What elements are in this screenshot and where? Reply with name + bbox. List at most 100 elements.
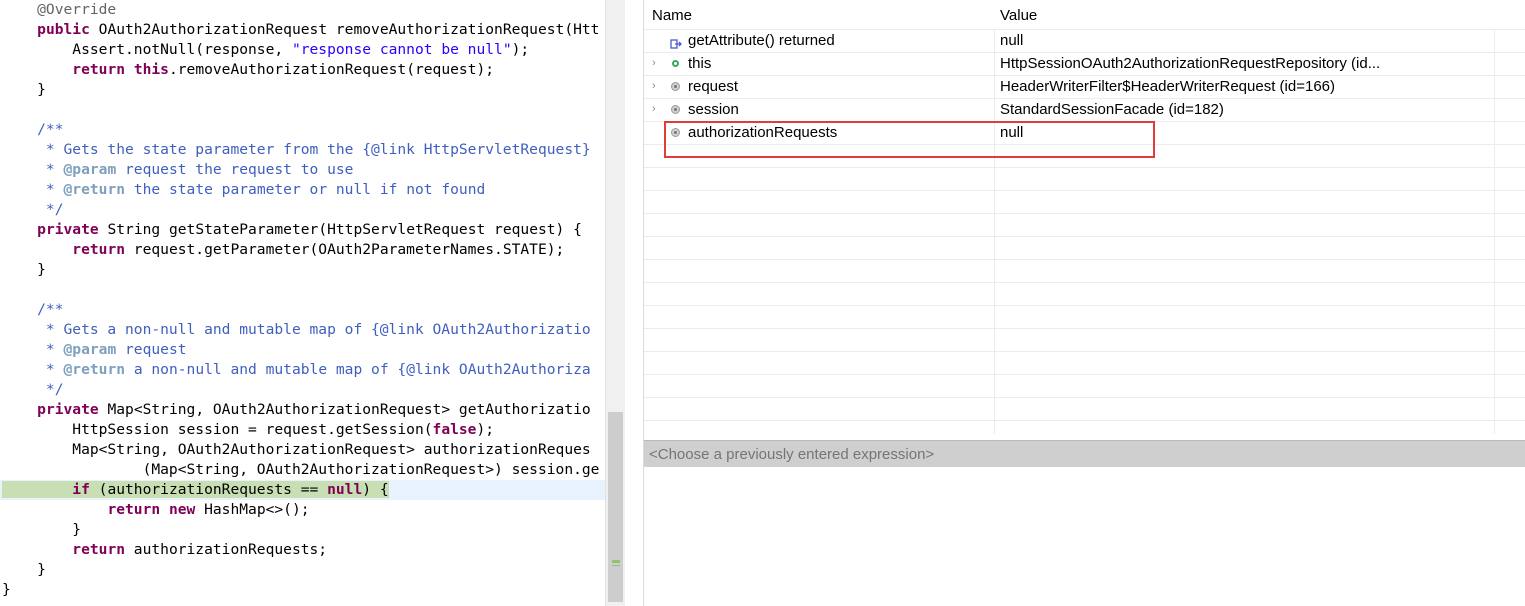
code-line[interactable]: return this.removeAuthorizationRequest(r… <box>0 60 605 80</box>
code-token: request the request to use <box>116 161 354 178</box>
expand-chevron-icon[interactable]: › <box>652 75 662 98</box>
value-column-header[interactable]: Value <box>1000 5 1037 27</box>
grid-line <box>644 328 1525 329</box>
grid-line <box>644 420 1525 421</box>
code-line[interactable]: } <box>0 80 605 100</box>
code-token: @param <box>63 161 117 178</box>
variable-name: session <box>688 101 739 118</box>
code-line[interactable]: public OAuth2AuthorizationRequest remove… <box>0 20 605 40</box>
code-line[interactable]: } <box>0 560 605 580</box>
code-token: } <box>2 261 46 278</box>
code-token: Map<String, OAuth2AuthorizationRequest> … <box>98 401 591 418</box>
code-line[interactable]: } <box>0 520 605 540</box>
code-token: * <box>2 341 64 358</box>
code-token: new <box>168 501 196 518</box>
variable-name: getAttribute() returned <box>688 32 835 49</box>
code-line[interactable]: (Map<String, OAuth2AuthorizationRequest>… <box>0 460 605 480</box>
code-line[interactable]: Map<String, OAuth2AuthorizationRequest> … <box>0 440 605 460</box>
variables-view: Name Value getAttribute() returned null › t… <box>643 0 1525 606</box>
code-token: @return <box>63 181 126 198</box>
code-token: */ <box>2 201 64 218</box>
code-token: return <box>107 501 161 518</box>
grid-line <box>644 397 1525 398</box>
scrollbar-annotation-marker <box>612 560 620 563</box>
code-line[interactable]: */ <box>0 200 605 220</box>
code-line[interactable]: return request.getParameter(OAuth2Parame… <box>0 240 605 260</box>
code-line[interactable]: * @param request the request to use <box>0 160 605 180</box>
scrollbar-thumb[interactable] <box>608 412 623 602</box>
code-line[interactable]: * @return a non-null and mutable map of … <box>0 360 605 380</box>
variable-row[interactable]: › request HeaderWriterFilter$HeaderWriterR… <box>644 75 1525 98</box>
variable-row[interactable]: getAttribute() returned null <box>644 29 1525 52</box>
grid-line <box>644 305 1525 306</box>
expand-chevron-icon[interactable]: › <box>652 98 662 121</box>
current-line[interactable]: if (authorizationRequests == null) { <box>0 480 605 500</box>
code-token: /** <box>2 121 64 138</box>
code-token: Assert.notNull(response, <box>2 41 292 58</box>
code-token: * Gets a non-null and mutable map of {@l… <box>2 321 591 338</box>
code-token: a non-null and mutable map of {@link OAu… <box>125 361 591 378</box>
code-line[interactable]: return authorizationRequests; <box>0 540 605 560</box>
code-token: @param <box>63 341 117 358</box>
code-line[interactable]: private String getStateParameter(HttpSer… <box>0 220 605 240</box>
code-token: authorizationRequests; <box>125 541 328 558</box>
variable-value: HttpSessionOAuth2AuthorizationRequestRep… <box>1000 55 1381 72</box>
code-line[interactable]: return new HashMap<>(); <box>0 500 605 520</box>
public-field-icon <box>672 60 679 67</box>
expression-bar[interactable] <box>644 440 1525 468</box>
grid-line <box>644 351 1525 352</box>
code-area[interactable]: @Override public OAuth2AuthorizationRequ… <box>0 0 605 606</box>
code-token: return <box>72 241 126 258</box>
code-token: .removeAuthorizationRequest(request); <box>168 61 495 78</box>
code-line[interactable]: * @param request <box>0 340 605 360</box>
expand-chevron-icon[interactable]: › <box>652 52 662 75</box>
variables-table: getAttribute() returned null › this HttpSess… <box>644 29 1525 434</box>
code-line[interactable] <box>0 100 605 120</box>
code-line[interactable] <box>0 280 605 300</box>
code-line[interactable]: private Map<String, OAuth2AuthorizationR… <box>0 400 605 420</box>
name-column-header[interactable]: Name <box>652 5 692 27</box>
code-line[interactable]: HttpSession session = request.getSession… <box>0 420 605 440</box>
code-token: } <box>2 521 82 538</box>
grid-line <box>644 213 1525 214</box>
code-token: (authorizationRequests == <box>89 481 328 498</box>
code-line[interactable]: * Gets the state parameter from the {@li… <box>0 140 605 160</box>
code-line[interactable]: @Override <box>0 0 605 20</box>
code-line[interactable]: * Gets a non-null and mutable map of {@l… <box>0 320 605 340</box>
code-token: */ <box>2 381 64 398</box>
code-token: ); <box>476 421 495 438</box>
code-token: (Map<String, OAuth2AuthorizationRequest>… <box>2 461 600 478</box>
code-token: /** <box>2 301 64 318</box>
protected-field-icon <box>671 105 680 114</box>
return-value-icon <box>670 34 682 49</box>
protected-field-icon <box>671 82 680 91</box>
variable-name: this <box>688 55 712 72</box>
variable-value: null <box>1000 32 1024 49</box>
code-token: private <box>37 401 99 418</box>
variables-table-header: Name Value <box>644 5 1525 27</box>
grid-line <box>644 374 1525 375</box>
code-line[interactable]: * @return the state parameter or null if… <box>0 180 605 200</box>
code-line[interactable]: Assert.notNull(response, "response canno… <box>0 40 605 60</box>
variable-row[interactable]: › this HttpSessionOAuth2AuthorizationReque… <box>644 52 1525 75</box>
expression-input[interactable] <box>649 441 1509 468</box>
editor-vertical-scrollbar[interactable] <box>605 0 625 606</box>
code-token: the state parameter or null if not found <box>125 181 486 198</box>
code-editor[interactable]: @Override public OAuth2AuthorizationRequ… <box>0 0 625 606</box>
code-line[interactable]: */ <box>0 380 605 400</box>
code-token: } <box>2 561 46 578</box>
code-line[interactable]: } <box>0 260 605 280</box>
code-token: return <box>72 61 126 78</box>
code-line[interactable]: } <box>0 580 605 600</box>
detail-pane[interactable] <box>644 467 1525 606</box>
code-line[interactable]: /** <box>0 300 605 320</box>
grid-line <box>644 259 1525 260</box>
code-line[interactable]: /** <box>0 120 605 140</box>
variable-row[interactable]: › session StandardSessionFacade (id=182) <box>644 98 1525 121</box>
